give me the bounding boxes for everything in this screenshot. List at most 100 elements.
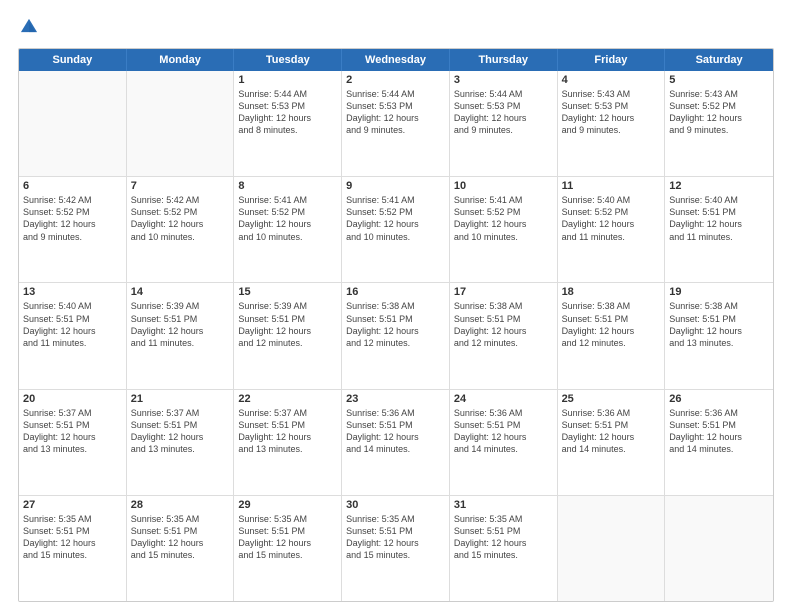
- day-number: 2: [346, 74, 445, 86]
- cal-cell: 1 Sunrise: 5:44 AM Sunset: 5:53 PM Daylig…: [234, 71, 342, 176]
- week-row-2: 6 Sunrise: 5:42 AM Sunset: 5:52 PM Daylig…: [19, 177, 773, 283]
- cal-cell: 25Sunrise: 5:36 AM Sunset: 5:51 PM Dayli…: [558, 390, 666, 495]
- day-number: 7: [131, 180, 230, 192]
- cell-info: Sunrise: 5:38 AM Sunset: 5:51 PM Dayligh…: [454, 300, 553, 349]
- week-row-5: 27 Sunrise: 5:35 AM Sunset: 5:51 PM Dayli…: [19, 496, 773, 601]
- cell-info: Sunrise: 5:42 AM Sunset: 5:52 PM Dayligh…: [131, 194, 230, 243]
- header-cell-wednesday: Wednesday: [342, 49, 450, 71]
- cell-info: Sunrise: 5:43 AM Sunset: 5:53 PM Dayligh…: [562, 88, 661, 137]
- cell-info: Sunrise: 5:44 AM Sunset: 5:53 PM Dayligh…: [238, 88, 337, 137]
- day-number: 18: [562, 286, 661, 298]
- day-number: 9: [346, 180, 445, 192]
- header-cell-friday: Friday: [558, 49, 666, 71]
- cell-info: Sunrise: 5:41 AM Sunset: 5:52 PM Dayligh…: [238, 194, 337, 243]
- cal-cell: 28Sunrise: 5:35 AM Sunset: 5:51 PM Dayli…: [127, 496, 235, 601]
- day-number: 11: [562, 180, 661, 192]
- cal-cell: 5 Sunrise: 5:43 AM Sunset: 5:52 PM Daylig…: [665, 71, 773, 176]
- day-number: 8: [238, 180, 337, 192]
- header-cell-sunday: Sunday: [19, 49, 127, 71]
- cell-info: Sunrise: 5:35 AM Sunset: 5:51 PM Dayligh…: [238, 513, 337, 562]
- calendar-header: SundayMondayTuesdayWednesdayThursdayFrid…: [19, 49, 773, 71]
- cal-cell: 30 Sunrise: 5:35 AM Sunset: 5:51 PM Dayli…: [342, 496, 450, 601]
- calendar: SundayMondayTuesdayWednesdayThursdayFrid…: [18, 48, 774, 602]
- day-number: 6: [23, 180, 122, 192]
- cal-cell: 8 Sunrise: 5:41 AM Sunset: 5:52 PM Daylig…: [234, 177, 342, 282]
- logo: [18, 16, 44, 38]
- cal-cell: 13 Sunrise: 5:40 AM Sunset: 5:51 PM Dayli…: [19, 283, 127, 388]
- cell-info: Sunrise: 5:44 AM Sunset: 5:53 PM Dayligh…: [454, 88, 553, 137]
- cal-cell: 12 Sunrise: 5:40 AM Sunset: 5:51 PM Dayli…: [665, 177, 773, 282]
- cal-cell: 7 Sunrise: 5:42 AM Sunset: 5:52 PM Daylig…: [127, 177, 235, 282]
- day-number: 24: [454, 393, 553, 405]
- cell-info: Sunrise: 5:41 AM Sunset: 5:52 PM Dayligh…: [346, 194, 445, 243]
- cal-cell: 26Sunrise: 5:36 AM Sunset: 5:51 PM Dayli…: [665, 390, 773, 495]
- cell-info: Sunrise: 5:36 AM Sunset: 5:51 PM Dayligh…: [346, 407, 445, 456]
- day-number: 30: [346, 499, 445, 511]
- cell-info: Sunrise: 5:35 AM Sunset: 5:51 PM Dayligh…: [346, 513, 445, 562]
- cal-cell: 3 Sunrise: 5:44 AM Sunset: 5:53 PM Daylig…: [450, 71, 558, 176]
- cal-cell: 21Sunrise: 5:37 AM Sunset: 5:51 PM Dayli…: [127, 390, 235, 495]
- header-cell-thursday: Thursday: [450, 49, 558, 71]
- day-number: 3: [454, 74, 553, 86]
- cal-cell: 10 Sunrise: 5:41 AM Sunset: 5:52 PM Dayli…: [450, 177, 558, 282]
- cal-cell: 16 Sunrise: 5:38 AM Sunset: 5:51 PM Dayli…: [342, 283, 450, 388]
- day-number: 16: [346, 286, 445, 298]
- day-number: 22: [238, 393, 337, 405]
- day-number: 1: [238, 74, 337, 86]
- cell-info: Sunrise: 5:37 AM Sunset: 5:51 PM Dayligh…: [131, 407, 230, 456]
- day-number: 12: [669, 180, 769, 192]
- day-number: 10: [454, 180, 553, 192]
- week-row-3: 13 Sunrise: 5:40 AM Sunset: 5:51 PM Dayli…: [19, 283, 773, 389]
- cal-cell: 2Sunrise: 5:44 AM Sunset: 5:53 PM Daylig…: [342, 71, 450, 176]
- cal-cell: 27 Sunrise: 5:35 AM Sunset: 5:51 PM Dayli…: [19, 496, 127, 601]
- day-number: 26: [669, 393, 769, 405]
- logo-icon: [18, 16, 40, 38]
- cal-cell: 29 Sunrise: 5:35 AM Sunset: 5:51 PM Dayli…: [234, 496, 342, 601]
- cell-info: Sunrise: 5:38 AM Sunset: 5:51 PM Dayligh…: [562, 300, 661, 349]
- day-number: 28: [131, 499, 230, 511]
- cal-cell: 19 Sunrise: 5:38 AM Sunset: 5:51 PM Dayli…: [665, 283, 773, 388]
- cal-cell: 22Sunrise: 5:37 AM Sunset: 5:51 PM Dayli…: [234, 390, 342, 495]
- cell-info: Sunrise: 5:35 AM Sunset: 5:51 PM Dayligh…: [454, 513, 553, 562]
- cal-cell: 15Sunrise: 5:39 AM Sunset: 5:51 PM Dayli…: [234, 283, 342, 388]
- cell-info: Sunrise: 5:38 AM Sunset: 5:51 PM Dayligh…: [346, 300, 445, 349]
- week-row-1: 1 Sunrise: 5:44 AM Sunset: 5:53 PM Daylig…: [19, 71, 773, 177]
- cell-info: Sunrise: 5:35 AM Sunset: 5:51 PM Dayligh…: [23, 513, 122, 562]
- day-number: 13: [23, 286, 122, 298]
- calendar-body: 1 Sunrise: 5:44 AM Sunset: 5:53 PM Daylig…: [19, 71, 773, 601]
- cal-cell: 6Sunrise: 5:42 AM Sunset: 5:52 PM Daylig…: [19, 177, 127, 282]
- cell-info: Sunrise: 5:43 AM Sunset: 5:52 PM Dayligh…: [669, 88, 769, 137]
- page: SundayMondayTuesdayWednesdayThursdayFrid…: [0, 0, 792, 612]
- cal-cell: 17 Sunrise: 5:38 AM Sunset: 5:51 PM Dayli…: [450, 283, 558, 388]
- cal-cell: 24 Sunrise: 5:36 AM Sunset: 5:51 PM Dayli…: [450, 390, 558, 495]
- cell-info: Sunrise: 5:36 AM Sunset: 5:51 PM Dayligh…: [454, 407, 553, 456]
- day-number: 29: [238, 499, 337, 511]
- day-number: 5: [669, 74, 769, 86]
- day-number: 23: [346, 393, 445, 405]
- cell-info: Sunrise: 5:39 AM Sunset: 5:51 PM Dayligh…: [238, 300, 337, 349]
- cell-info: Sunrise: 5:37 AM Sunset: 5:51 PM Dayligh…: [23, 407, 122, 456]
- cell-info: Sunrise: 5:40 AM Sunset: 5:51 PM Dayligh…: [23, 300, 122, 349]
- header-cell-tuesday: Tuesday: [234, 49, 342, 71]
- day-number: 27: [23, 499, 122, 511]
- cell-info: Sunrise: 5:40 AM Sunset: 5:51 PM Dayligh…: [669, 194, 769, 243]
- day-number: 14: [131, 286, 230, 298]
- cal-cell: 31 Sunrise: 5:35 AM Sunset: 5:51 PM Dayli…: [450, 496, 558, 601]
- cell-info: Sunrise: 5:38 AM Sunset: 5:51 PM Dayligh…: [669, 300, 769, 349]
- cell-info: Sunrise: 5:39 AM Sunset: 5:51 PM Dayligh…: [131, 300, 230, 349]
- cell-info: Sunrise: 5:41 AM Sunset: 5:52 PM Dayligh…: [454, 194, 553, 243]
- day-number: 17: [454, 286, 553, 298]
- cell-info: Sunrise: 5:36 AM Sunset: 5:51 PM Dayligh…: [562, 407, 661, 456]
- day-number: 19: [669, 286, 769, 298]
- week-row-4: 20 Sunrise: 5:37 AM Sunset: 5:51 PM Dayli…: [19, 390, 773, 496]
- cal-cell: [558, 496, 666, 601]
- header-cell-saturday: Saturday: [665, 49, 773, 71]
- cal-cell: 18 Sunrise: 5:38 AM Sunset: 5:51 PM Dayli…: [558, 283, 666, 388]
- cal-cell: [19, 71, 127, 176]
- day-number: 31: [454, 499, 553, 511]
- cal-cell: 14 Sunrise: 5:39 AM Sunset: 5:51 PM Dayli…: [127, 283, 235, 388]
- day-number: 4: [562, 74, 661, 86]
- cal-cell: 4 Sunrise: 5:43 AM Sunset: 5:53 PM Daylig…: [558, 71, 666, 176]
- cal-cell: 9 Sunrise: 5:41 AM Sunset: 5:52 PM Daylig…: [342, 177, 450, 282]
- day-number: 20: [23, 393, 122, 405]
